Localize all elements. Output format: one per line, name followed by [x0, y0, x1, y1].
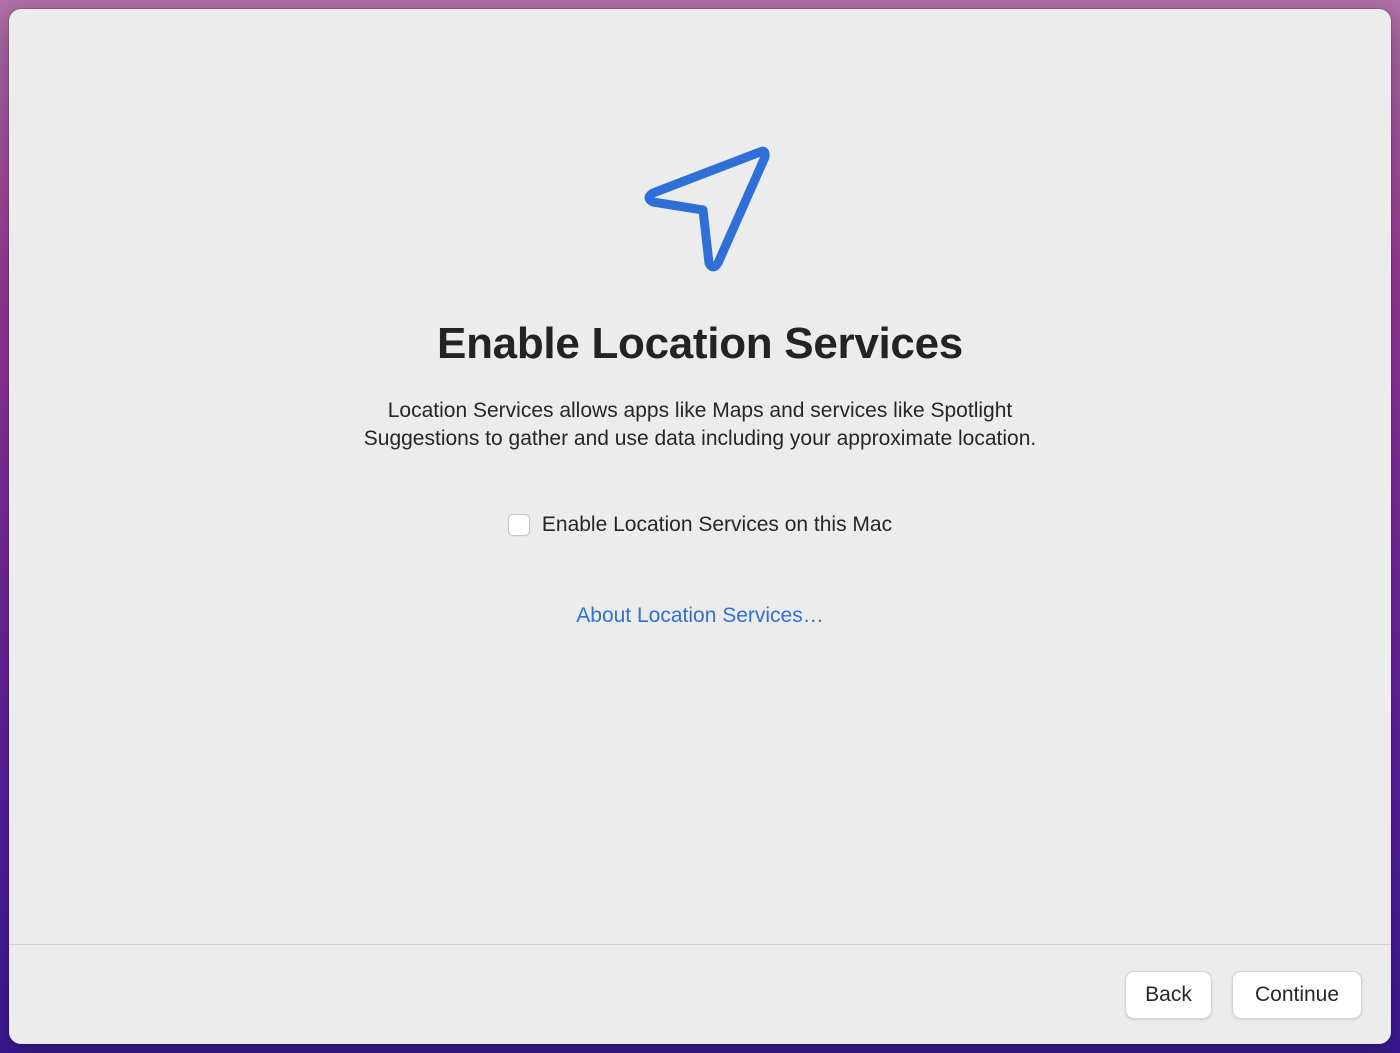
continue-button[interactable]: Continue — [1232, 971, 1362, 1019]
page-title: Enable Location Services — [437, 319, 963, 368]
back-button[interactable]: Back — [1125, 971, 1212, 1019]
about-location-services-link[interactable]: About Location Services… — [9, 604, 1391, 628]
setup-assistant-window: Enable Location Services Location Servic… — [9, 9, 1391, 1044]
description-text: Location Services allows apps like Maps … — [300, 397, 1100, 453]
location-arrow-icon — [644, 146, 770, 272]
enable-location-checkbox-row[interactable]: Enable Location Services on this Mac — [9, 513, 1391, 537]
enable-location-checkbox-label[interactable]: Enable Location Services on this Mac — [542, 513, 892, 537]
description-line-1: Location Services allows apps like Maps … — [387, 399, 1013, 422]
description-line-2: Suggestions to gather and use data inclu… — [363, 427, 1037, 450]
footer-divider — [9, 944, 1391, 945]
enable-location-checkbox[interactable] — [507, 514, 530, 536]
